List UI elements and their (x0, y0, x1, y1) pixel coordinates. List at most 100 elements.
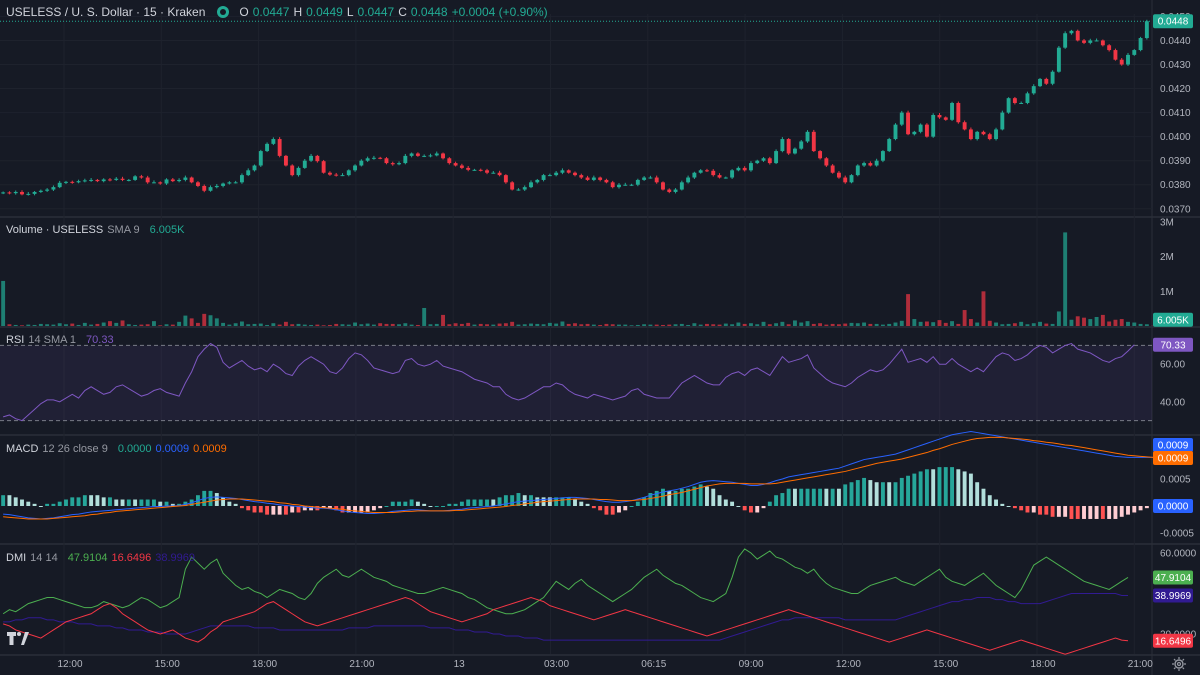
volume-label[interactable]: Volume · USELESS (6, 224, 103, 236)
macd-histogram-bar (705, 486, 709, 506)
volume-bar (353, 322, 358, 326)
candle-body (221, 183, 226, 186)
volume-bar (45, 324, 50, 326)
macd-histogram-bar (874, 482, 879, 506)
volume-bar (346, 324, 351, 326)
candle-body (365, 158, 370, 161)
macd-histogram-bar (1, 495, 6, 506)
macd-histogram-bar (422, 503, 427, 506)
macd-histogram-bar (968, 473, 973, 506)
macd-histogram-bar (277, 506, 282, 515)
dmi-label[interactable]: DMI (6, 552, 26, 564)
macd-histogram-bar (811, 488, 816, 506)
candle-body (818, 151, 823, 159)
candle-body (912, 131, 917, 135)
macd-histogram-bar (95, 495, 100, 506)
macd-histogram-bar (943, 467, 948, 506)
candle-body (158, 182, 163, 184)
macd-histogram-bar (749, 506, 753, 513)
candle-body (968, 129, 973, 140)
candle-body (170, 179, 175, 182)
macd-params: 12 26 close 9 (42, 443, 108, 455)
candle-body (792, 148, 797, 154)
volume-bar (950, 321, 954, 326)
candle-body (887, 139, 892, 152)
macd-histogram-bar (239, 506, 244, 509)
time-tick-label: 15:00 (155, 659, 180, 670)
macd-histogram-bar (441, 506, 445, 507)
volume-bar (26, 324, 31, 326)
volume-bar (585, 323, 590, 326)
candle-body (1113, 50, 1118, 60)
macd-histogram-bar (397, 501, 401, 506)
volume-bar (89, 324, 94, 326)
macd-histogram-bar (453, 503, 458, 506)
macd-last-tag: 0.0009 (1158, 441, 1189, 452)
settings-gear-icon[interactable] (1172, 657, 1186, 671)
candle-body (950, 102, 954, 120)
candle-body (767, 158, 772, 164)
macd-histogram-bar (472, 499, 477, 506)
macd-histogram-bar (723, 499, 728, 506)
candle-body (836, 172, 841, 178)
price-tick-label: 0.0400 (1160, 132, 1191, 143)
volume-bar (246, 324, 251, 326)
candle-body (1069, 30, 1074, 34)
market-status-icon[interactable] (217, 6, 230, 18)
volume-bar (924, 321, 929, 326)
candle-body (7, 192, 12, 194)
candle-body (893, 124, 898, 140)
tradingview-logo-icon[interactable] (6, 628, 30, 648)
chart-canvas[interactable]: 0.04500.04400.04300.04200.04100.04000.03… (0, 0, 1200, 675)
candle-body (566, 170, 571, 173)
symbol-title[interactable]: USELESS / U. S. Dollar · 15 · Kraken (6, 5, 205, 19)
volume-bar (478, 323, 483, 326)
volume-bar (485, 324, 489, 326)
volume-bar (214, 318, 219, 326)
volume-tick-label: 1M (1160, 287, 1174, 298)
candle-body (862, 163, 867, 166)
volume-bar (579, 324, 584, 326)
macd-histogram-bar (736, 506, 741, 507)
candle-body (824, 158, 829, 166)
volume-bar (906, 294, 911, 326)
volume-bar (962, 310, 967, 326)
macd-histogram-bar (415, 501, 420, 506)
volume-bar (805, 321, 810, 326)
macd-histogram-bar (937, 467, 942, 506)
macd-histogram-bar (623, 506, 628, 511)
macd-histogram-bar (893, 482, 898, 506)
candle-body (1107, 45, 1112, 51)
candle-body (742, 167, 747, 171)
candle-body (196, 182, 200, 186)
volume-bar (535, 323, 540, 326)
candle-body (541, 175, 546, 180)
candle-body (277, 139, 282, 156)
volume-bar (1006, 323, 1011, 326)
macd-histogram-bar (805, 488, 810, 506)
candle-body (705, 170, 709, 172)
volume-bar (830, 323, 835, 326)
candle-body (447, 158, 452, 164)
candle-body (164, 179, 169, 184)
rsi-label[interactable]: RSI (6, 334, 24, 346)
macd-histogram-bar (906, 475, 911, 506)
candle-body (246, 170, 251, 176)
candle-body (604, 179, 609, 183)
candle-body (271, 139, 276, 144)
candle-body (843, 177, 848, 183)
macd-histogram-bar (13, 497, 18, 506)
candle-body (623, 184, 628, 186)
volume-bar (415, 324, 420, 326)
macd-label[interactable]: MACD (6, 443, 38, 455)
volume-bar (13, 324, 18, 326)
candle-body (774, 151, 779, 164)
macd-histogram-bar (1113, 506, 1118, 519)
macd-histogram-bar (931, 469, 936, 506)
macd-histogram-bar (233, 503, 238, 506)
rsi-tick-label: 60.00 (1160, 360, 1185, 371)
candle-body (535, 179, 540, 183)
macd-histogram-bar (108, 497, 112, 506)
volume-bar (1069, 319, 1074, 326)
candle-body (302, 160, 307, 168)
